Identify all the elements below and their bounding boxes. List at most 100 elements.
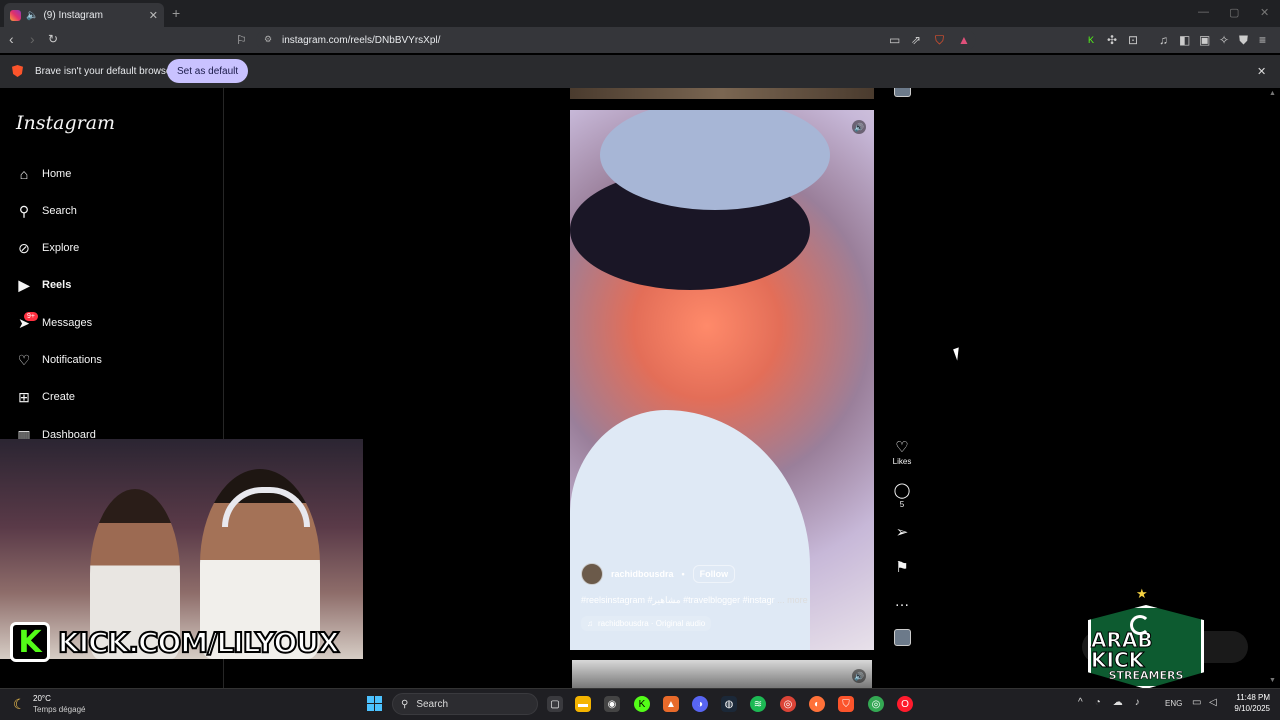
cast-icon[interactable]: ▭ <box>889 33 900 47</box>
sidebar-item-reels[interactable]: ▶ Reels <box>16 277 72 293</box>
steam-icon[interactable]: ◍ <box>721 696 737 712</box>
clock-date[interactable]: 9/10/2025 <box>1228 704 1270 713</box>
obs-icon[interactable]: ◉ <box>604 696 620 712</box>
author-username[interactable]: rachidbousdra <box>611 569 674 579</box>
kick-app-icon[interactable]: K <box>634 696 650 712</box>
sidebar-item-search[interactable]: ⚲ Search <box>16 203 77 219</box>
sidebar-item-explore[interactable]: ⊘ Explore <box>16 240 79 256</box>
file-explorer-icon[interactable]: ▬ <box>575 696 591 712</box>
discord-icon[interactable]: ◑ <box>692 696 708 712</box>
like-button[interactable]: ♡ Likes <box>888 440 916 466</box>
bookmark-icon: ⚑ <box>895 559 909 576</box>
separator-dot: • <box>681 569 685 579</box>
sidebar-item-notifications[interactable]: ♡ Notifications <box>16 352 102 368</box>
cloud-icon[interactable]: ☁ <box>1113 697 1123 708</box>
reload-icon[interactable]: ↻ <box>48 32 58 46</box>
instagram-logo[interactable]: Instagram <box>16 112 115 134</box>
mute-toggle-icon[interactable]: 🔊 <box>852 120 866 134</box>
caption-more-link[interactable]: ... more <box>777 595 808 605</box>
set-as-default-button[interactable]: Set as default <box>167 59 249 83</box>
url-text: instagram.com/reels/DNbBVYrsXpl/ <box>282 34 441 46</box>
windows-start-icon[interactable] <box>367 696 382 711</box>
address-bar[interactable]: ⚙ instagram.com/reels/DNbBVYrsXpl/ <box>256 30 976 50</box>
previous-audio-thumbnail[interactable] <box>894 88 911 97</box>
author-row: rachidbousdra • Follow <box>581 563 866 585</box>
sidebar-item-label: Create <box>42 391 76 403</box>
opera-icon[interactable]: O <box>897 696 913 712</box>
sidebar-item-home[interactable]: ⌂ Home <box>16 166 72 182</box>
clock-time[interactable]: 11:48 PM <box>1234 693 1270 702</box>
previous-reel-video[interactable] <box>570 88 874 99</box>
scroll-up-arrow-icon[interactable]: ▲ <box>1269 90 1276 97</box>
weather-description[interactable]: Temps dégagé <box>33 705 85 714</box>
follow-button[interactable]: Follow <box>692 565 736 583</box>
chevron-up-icon[interactable]: ^ <box>1078 697 1083 708</box>
chrome-profile-icon[interactable]: ◎ <box>868 696 884 712</box>
menu-icon[interactable]: ≡ <box>1259 33 1266 47</box>
scroll-down-arrow-icon[interactable]: ▼ <box>1269 677 1276 684</box>
back-icon[interactable]: ‹ <box>9 31 14 47</box>
browser-tab-bar <box>0 0 1280 27</box>
paper-plane-icon: ➢ <box>895 524 909 541</box>
heart-icon: ♡ <box>17 351 31 368</box>
share-button[interactable]: ➢ <box>888 525 916 540</box>
tray-app-icon[interactable]: ◔ <box>1095 697 1101 708</box>
sidebar-item-create[interactable]: ⊞ Create <box>16 389 75 405</box>
speaker-icon[interactable]: 🔈 <box>26 10 38 21</box>
star-icon: ★ <box>1136 586 1148 601</box>
comment-button[interactable]: ◯ 5 <box>888 483 916 509</box>
next-reel-video[interactable] <box>572 660 872 688</box>
weather-temperature[interactable]: 20°C <box>33 694 51 703</box>
comments-count: 5 <box>899 500 905 509</box>
audio-link[interactable]: ♫ rachidbousdra · Original audio <box>581 616 712 631</box>
taskbar-search[interactable]: ⚲ Search <box>392 693 538 715</box>
microphone-icon[interactable]: ♪ <box>1135 697 1140 708</box>
sidebar-icon[interactable]: ◧ <box>1179 33 1190 47</box>
tab-close-icon[interactable]: ✕ <box>149 9 158 22</box>
bookmark-icon[interactable]: ⚐ <box>236 33 247 47</box>
tab-title: (9) Instagram <box>43 9 103 21</box>
sidebar-item-label: Messages <box>42 317 93 329</box>
chrome-icon[interactable]: ◎ <box>780 696 796 712</box>
infobar-close-icon[interactable]: ✕ <box>1257 65 1266 78</box>
maximize-icon[interactable]: ▢ <box>1229 6 1239 19</box>
tab-capture-icon[interactable]: ⊡ <box>1128 33 1138 47</box>
more-options-button[interactable]: … <box>888 594 916 609</box>
more-dots-icon: … <box>894 593 910 610</box>
new-tab-button[interactable]: + <box>172 5 180 21</box>
firefox-icon[interactable]: ◐ <box>809 696 825 712</box>
moon-weather-icon[interactable]: ☾ <box>13 696 26 713</box>
task-view-icon[interactable]: ▢ <box>547 696 563 712</box>
app-icon[interactable]: ▲ <box>663 696 679 712</box>
media-icon[interactable]: ♫ <box>1159 33 1168 47</box>
minimize-icon[interactable]: — <box>1198 6 1209 18</box>
network-icon[interactable]: ▭ <box>1192 697 1201 708</box>
wallet-icon[interactable]: ▣ <box>1199 33 1210 47</box>
vpn-icon[interactable]: ⛊ <box>1239 33 1248 48</box>
sidebar-item-label: Search <box>42 205 77 217</box>
sidebar-item-label: Reels <box>42 279 72 291</box>
site-info-icon[interactable]: ⚙ <box>264 34 272 45</box>
volume-icon[interactable]: ◁ <box>1209 697 1217 708</box>
forward-icon[interactable]: › <box>30 31 35 47</box>
save-button[interactable]: ⚑ <box>888 560 916 575</box>
avatar[interactable] <box>581 563 603 585</box>
browser-tab-instagram[interactable]: 🔈 (9) Instagram ✕ <box>4 3 164 27</box>
extensions-icon[interactable]: ✣ <box>1107 33 1117 47</box>
leo-ai-icon[interactable]: ✧ <box>1219 33 1229 47</box>
next-reel-mute-icon[interactable]: 🔊 <box>852 669 866 683</box>
share-icon[interactable]: ⇗ <box>911 33 921 47</box>
kick-extension-icon[interactable]: K <box>1088 35 1094 45</box>
system-tray: ^ ◔ ☁ ♪ <box>1078 697 1140 708</box>
spotify-icon[interactable]: ≋ <box>750 696 766 712</box>
brave-icon[interactable]: ⛉ <box>838 696 854 712</box>
language-indicator[interactable]: ENG <box>1165 699 1182 708</box>
search-icon: ⚲ <box>18 202 30 219</box>
brave-rewards-icon[interactable]: ▲ <box>958 33 970 47</box>
window-close-icon[interactable]: ✕ <box>1260 6 1269 19</box>
logo-line-1: ARAB KICK <box>1091 627 1154 672</box>
brave-shields-icon[interactable]: ⛉ <box>935 33 944 48</box>
audio-thumbnail[interactable] <box>894 629 911 646</box>
likes-label: Likes <box>892 457 912 466</box>
infobar-message: Brave isn't your default browser <box>35 66 175 77</box>
